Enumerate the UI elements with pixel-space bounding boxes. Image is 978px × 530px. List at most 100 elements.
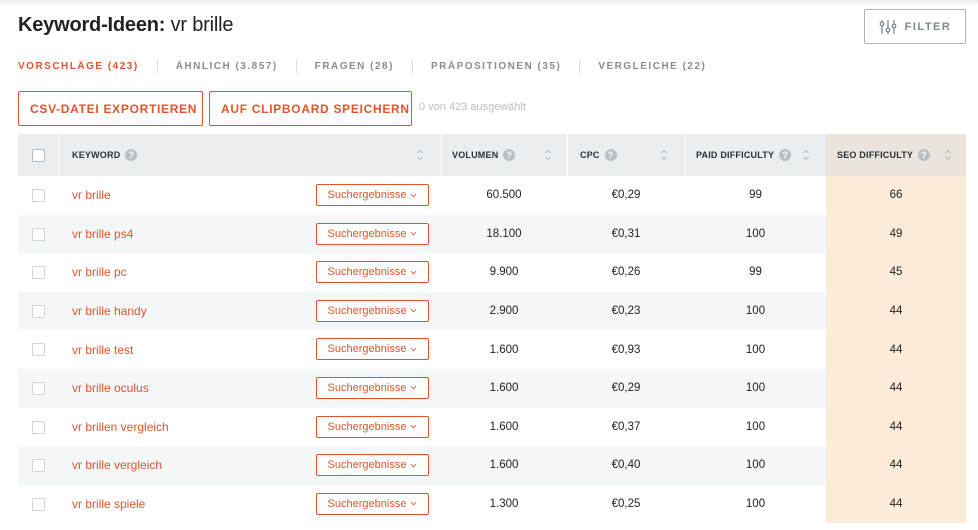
chevron-down-icon [411,270,417,275]
tab-praepositionen[interactable]: PRÄPOSITIONEN (35) [431,61,579,72]
help-icon[interactable]: ? [779,149,792,161]
keyword-link[interactable]: vr brille test [72,330,133,369]
row-checkbox[interactable] [32,266,45,280]
volume-cell: 18.100 [486,227,522,240]
keyword-link[interactable]: vr brille ps4 [72,215,133,254]
tab-vorschlaege[interactable]: VORSCHLÄGE (423) [18,61,157,72]
cpc-cell: €0,25 [611,498,641,511]
column-header-paid-difficulty[interactable]: PAID DIFFICULTY ? [696,134,792,176]
page-title: Keyword-Ideen: vr brille [18,14,233,37]
cpc-cell: €0,93 [611,343,641,356]
sort-arrows-icon[interactable] [544,148,552,162]
tab-fragen[interactable]: FRAGEN (28) [315,61,412,72]
keyword-link[interactable]: vr brille handy [72,292,147,331]
chevron-down-icon [411,424,417,429]
row-checkbox[interactable] [32,343,45,357]
row-checkbox[interactable] [32,420,45,434]
serp-dropdown-label: Suchergebnisse [327,343,407,356]
save-clipboard-label: AUF CLIPBOARD SPEICHERN [221,101,410,116]
column-header-volume[interactable]: VOLUMEN ? [452,134,516,176]
column-divider [685,134,686,176]
serp-dropdown-button[interactable]: Suchergebnisse [316,454,429,477]
seo-difficulty-cell: 44 [889,420,903,433]
serp-dropdown-button[interactable]: Suchergebnisse [316,338,429,361]
tab-bar: VORSCHLÄGE (423) ÄHNLICH (3.857) FRAGEN … [18,59,724,73]
sort-arrows-icon[interactable] [416,148,424,162]
seo-difficulty-cell: 44 [889,498,903,511]
keyword-link[interactable]: vr brille vergleich [72,446,162,485]
page-title-label: Keyword-Ideen: [18,14,166,36]
help-icon[interactable]: ? [604,149,617,161]
serp-dropdown-label: Suchergebnisse [327,497,407,510]
volume-cell: 1.600 [489,420,519,433]
sort-arrows-icon[interactable] [802,148,810,162]
row-checkbox[interactable] [32,497,45,511]
keyword-table: KEYWORD ? VOLUMEN ? CPC ? PAID DIFFICULT… [18,134,966,524]
serp-dropdown-label: Suchergebnisse [327,227,407,240]
help-icon[interactable]: ? [503,149,516,161]
help-icon[interactable]: ? [125,149,138,161]
paid-difficulty-cell: 99 [749,189,762,202]
seo-difficulty-cell: 44 [889,382,903,395]
paid-difficulty-cell: 99 [749,266,762,279]
selection-count: 0 von 423 ausgewählt [419,101,527,113]
column-divider [58,134,59,176]
table-header: KEYWORD ? VOLUMEN ? CPC ? PAID DIFFICULT… [18,134,966,176]
chevron-down-icon [411,231,417,236]
serp-dropdown-button[interactable]: Suchergebnisse [316,222,429,245]
paid-difficulty-cell: 100 [745,343,766,356]
volume-cell: 1.600 [489,382,519,395]
serp-dropdown-label: Suchergebnisse [327,304,407,317]
tab-aehnlich[interactable]: ÄHNLICH (3.857) [176,61,296,72]
filter-button[interactable]: FILTER [864,9,966,44]
sort-arrows-icon[interactable] [660,148,668,162]
column-header-volume-label: VOLUMEN [452,150,499,160]
seo-difficulty-cell: 44 [889,459,903,472]
keyword-link[interactable]: vr brille pc [72,253,127,292]
volume-cell: 9.900 [489,266,519,279]
tab-divider [156,59,158,73]
table-row: vr brille ps4 Suchergebnisse 18.100 €0,3… [18,214,966,254]
serp-dropdown-button[interactable]: Suchergebnisse [316,415,429,438]
row-checkbox[interactable] [32,189,45,202]
paid-difficulty-cell: 100 [745,420,766,433]
tab-vergleiche[interactable]: VERGLEICHE (22) [598,61,724,72]
chevron-down-icon [411,502,417,506]
serp-dropdown-button[interactable]: Suchergebnisse [316,492,429,515]
select-all-checkbox[interactable] [32,149,45,162]
column-header-keyword[interactable]: KEYWORD ? [72,134,138,176]
help-icon[interactable]: ? [918,149,931,161]
chevron-down-icon [411,193,417,197]
page-title-query: vr brille [170,14,234,36]
row-checkbox[interactable] [32,381,45,395]
export-csv-label: CSV-DATEI EXPORTIEREN [30,101,198,116]
save-clipboard-button[interactable]: AUF CLIPBOARD SPEICHERN [209,91,412,126]
column-header-cpc[interactable]: CPC ? [580,134,617,176]
serp-dropdown-button[interactable]: Suchergebnisse [316,184,429,206]
row-checkbox[interactable] [32,227,45,241]
table-row: vr brille vergleich Suchergebnisse 1.600… [18,446,966,485]
cpc-cell: €0,29 [611,189,641,202]
sort-arrows-icon[interactable] [944,148,952,162]
paid-difficulty-cell: 100 [745,498,766,511]
seo-difficulty-cell: 44 [889,305,903,318]
volume-cell: 1.300 [489,498,519,511]
column-header-seo-difficulty[interactable]: SEO DIFFICULTY ? [837,134,931,176]
export-csv-button[interactable]: CSV-DATEI EXPORTIEREN [18,91,203,126]
keyword-link[interactable]: vr brillen vergleich [72,408,169,447]
seo-difficulty-cell: 49 [889,227,903,240]
volume-cell: 60.500 [486,189,522,202]
serp-dropdown-button[interactable]: Suchergebnisse [316,299,429,322]
keyword-link[interactable]: vr brille spiele [72,485,145,524]
column-header-seo-label: SEO DIFFICULTY [837,150,914,160]
serp-dropdown-button[interactable]: Suchergebnisse [316,376,429,399]
keyword-link[interactable]: vr brille [72,176,111,215]
chevron-down-icon [411,347,417,352]
row-checkbox[interactable] [32,304,45,318]
serp-dropdown-button[interactable]: Suchergebnisse [316,261,429,284]
chevron-down-icon [411,463,417,468]
paid-difficulty-cell: 100 [745,459,766,472]
volume-cell: 2.900 [489,305,519,318]
keyword-link[interactable]: vr brille oculus [72,369,149,408]
row-checkbox[interactable] [32,459,45,473]
